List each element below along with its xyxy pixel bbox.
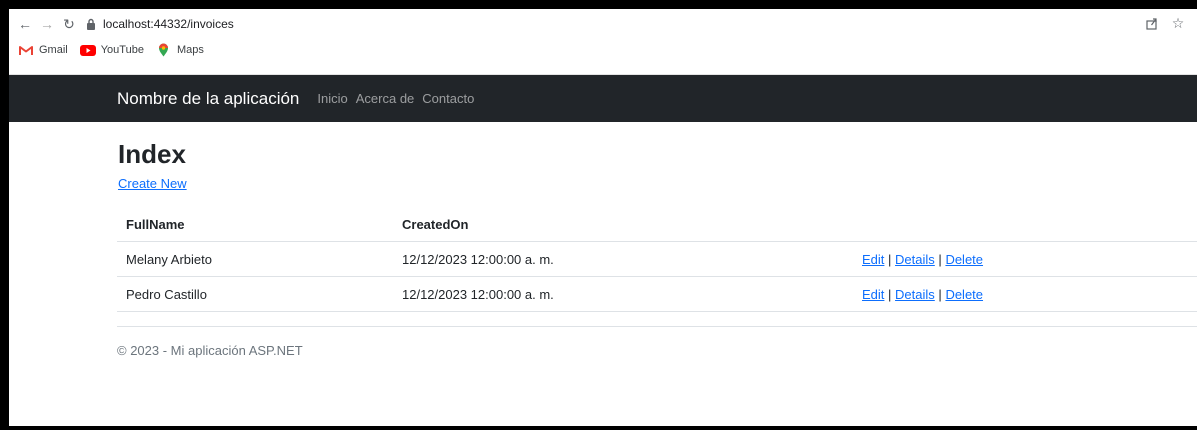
gmail-icon xyxy=(18,43,34,57)
header-fullname: FullName xyxy=(117,207,393,243)
bookmark-gmail[interactable]: Gmail xyxy=(18,43,68,57)
address-row: ← → ↻ localhost:44332/invoices ☆ xyxy=(9,9,1197,39)
page-title: Index xyxy=(118,139,186,169)
browser-window: ← → ↻ localhost:44332/invoices ☆ Gmail Y… xyxy=(9,9,1197,426)
separator: | xyxy=(938,251,942,267)
table-row: Melany Arbieto 12/12/2023 12:00:00 a. m.… xyxy=(117,241,1197,278)
address-bar[interactable]: localhost:44332/invoices xyxy=(85,13,234,35)
separator: | xyxy=(888,286,892,302)
nav-link-acerca-de[interactable]: Acerca de xyxy=(356,91,415,106)
cell-createdon: 12/12/2023 12:00:00 a. m. xyxy=(393,241,853,278)
navbar-links: Inicio Acerca de Contacto xyxy=(317,91,474,106)
share-icon[interactable] xyxy=(1143,14,1161,32)
maps-icon xyxy=(156,43,172,57)
create-new-link[interactable]: Create New xyxy=(118,176,187,191)
header-createdon: CreatedOn xyxy=(393,207,853,243)
back-button[interactable]: ← xyxy=(15,14,35,34)
footer-divider xyxy=(117,326,1197,328)
url-text: localhost:44332/invoices xyxy=(103,17,234,31)
main-content: Index Create New FullName CreatedOn Mela… xyxy=(9,122,1197,358)
cell-createdon: 12/12/2023 12:00:00 a. m. xyxy=(393,276,853,313)
browser-chrome: ← → ↻ localhost:44332/invoices ☆ Gmail Y… xyxy=(9,9,1197,75)
table-row: Pedro Castillo 12/12/2023 12:00:00 a. m.… xyxy=(117,276,1197,313)
cell-actions: Edit | Details | Delete xyxy=(853,276,1197,313)
youtube-icon xyxy=(79,43,96,57)
edit-link[interactable]: Edit xyxy=(862,287,884,302)
edit-link[interactable]: Edit xyxy=(862,252,884,267)
details-link[interactable]: Details xyxy=(895,287,935,302)
bookmark-label: YouTube xyxy=(100,44,144,56)
nav-link-contacto[interactable]: Contacto xyxy=(422,91,474,106)
separator: | xyxy=(938,286,942,302)
cell-fullname: Melany Arbieto xyxy=(117,241,393,278)
cell-fullname: Pedro Castillo xyxy=(117,276,393,313)
bookmark-label: Gmail xyxy=(39,44,68,56)
bookmark-youtube[interactable]: YouTube xyxy=(79,43,144,57)
header-actions xyxy=(853,207,1197,243)
reload-button[interactable]: ↻ xyxy=(59,14,79,34)
navbar-brand[interactable]: Nombre de la aplicación xyxy=(117,90,299,107)
nav-link-inicio[interactable]: Inicio xyxy=(317,91,347,106)
bookmark-label: Maps xyxy=(176,44,204,56)
delete-link[interactable]: Delete xyxy=(945,252,983,267)
arrow-left-icon: ← xyxy=(18,16,32,32)
details-link[interactable]: Details xyxy=(895,252,935,267)
bookmark-maps[interactable]: Maps xyxy=(156,43,204,57)
separator: | xyxy=(888,251,892,267)
lock-icon xyxy=(85,17,97,31)
reload-icon: ↻ xyxy=(63,15,75,32)
footer-text: © 2023 - Mi aplicación ASP.NET xyxy=(117,343,303,359)
star-icon[interactable]: ☆ xyxy=(1169,14,1187,32)
content-container: Index Create New FullName CreatedOn Mela… xyxy=(117,139,1197,358)
forward-button[interactable]: → xyxy=(37,14,57,34)
app-navbar: Nombre de la aplicación Inicio Acerca de… xyxy=(9,75,1197,122)
cell-actions: Edit | Details | Delete xyxy=(853,241,1197,278)
table-header-row: FullName CreatedOn xyxy=(117,207,1197,243)
arrow-right-icon: → xyxy=(40,16,54,32)
invoices-table: FullName CreatedOn Melany Arbieto 12/12/… xyxy=(117,207,1197,313)
delete-link[interactable]: Delete xyxy=(945,287,983,302)
bookmarks-bar: Gmail YouTube Maps xyxy=(9,39,1197,61)
toolbar-right: ☆ xyxy=(1143,14,1187,32)
